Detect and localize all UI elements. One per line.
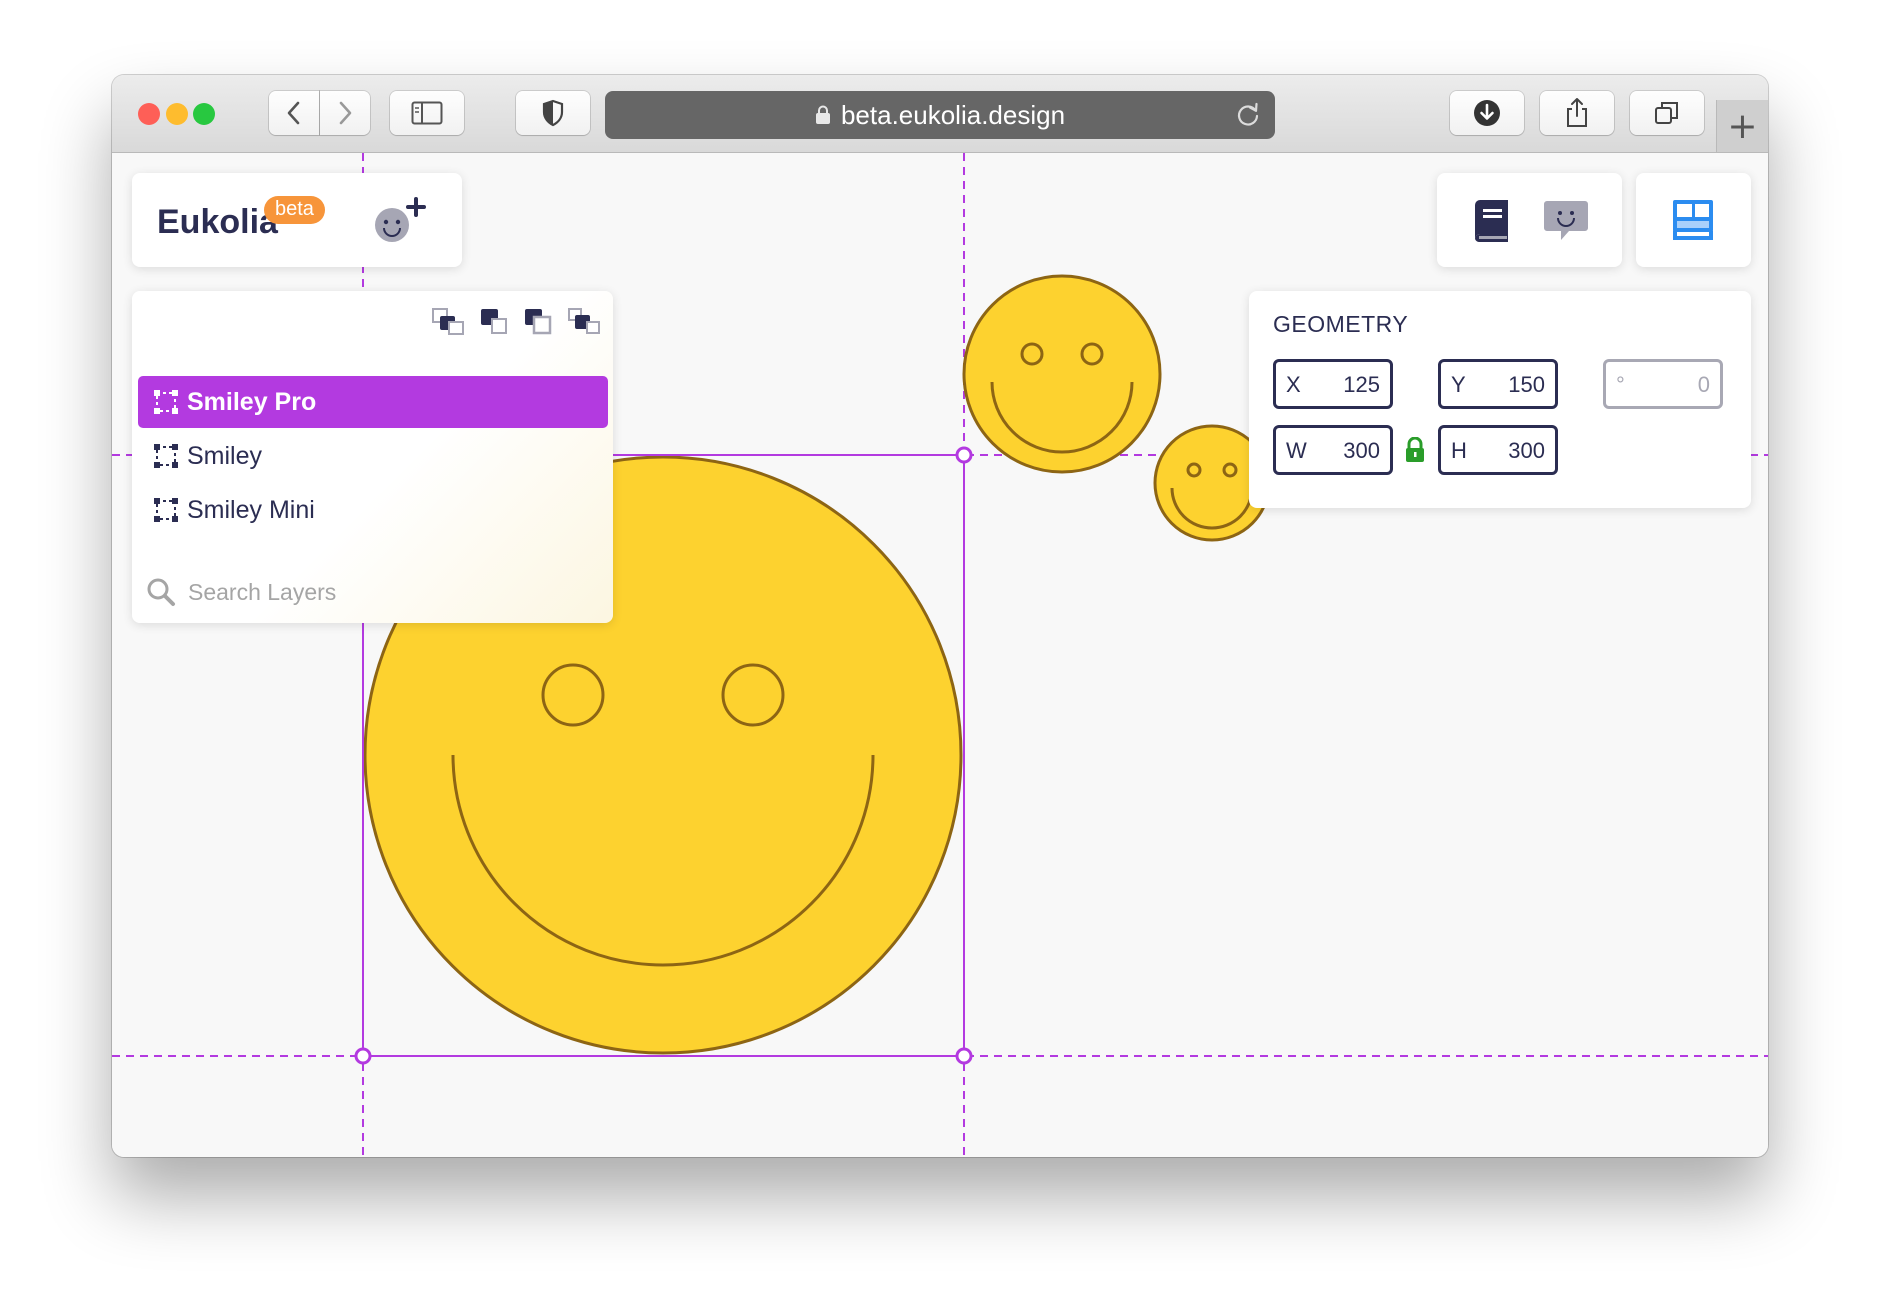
bring-forward-icon[interactable] <box>523 307 553 335</box>
browser-window: beta.eukolia.design + Eukolia beta Smile… <box>112 75 1768 1157</box>
layers-panel: Smiley Pro Smiley Smiley Mini Search Lay… <box>132 291 613 623</box>
tab-overview-button[interactable] <box>1630 91 1704 135</box>
docs-feedback-panel <box>1437 173 1622 267</box>
reload-icon[interactable] <box>1235 101 1261 129</box>
group-frame-icon <box>154 498 178 522</box>
group-frame-icon <box>154 390 178 414</box>
lock-aspect-icon[interactable] <box>1404 437 1426 463</box>
layout-panel <box>1636 173 1751 267</box>
address-bar[interactable]: beta.eukolia.design <box>605 91 1275 139</box>
x-field[interactable]: X 125 <box>1273 359 1393 409</box>
x-value: 125 <box>1343 372 1380 397</box>
privacy-report-button[interactable] <box>516 91 590 135</box>
geometry-title: GEOMETRY <box>1273 311 1409 337</box>
chevron-left-icon <box>287 101 300 125</box>
resize-handle-bottom-left <box>354 1047 372 1065</box>
book-icon[interactable] <box>1471 199 1511 243</box>
send-to-back-icon[interactable] <box>479 307 509 335</box>
close-window-button[interactable] <box>138 103 160 125</box>
back-button[interactable] <box>269 91 319 135</box>
rotation-value: 0 <box>1697 372 1710 397</box>
share-icon <box>1567 98 1587 127</box>
design-canvas[interactable]: Eukolia beta Smiley Pro Smiley Smiley Mi… <box>112 153 1768 1157</box>
app-logo: Eukolia <box>157 203 278 241</box>
group-frame-icon <box>154 444 178 468</box>
layer-label: Smiley Mini <box>187 495 315 524</box>
downloads-button[interactable] <box>1450 91 1524 135</box>
search-input[interactable]: Search Layers <box>188 579 336 606</box>
layer-item-smiley-pro[interactable]: Smiley Pro <box>138 376 608 428</box>
share-button[interactable] <box>1540 91 1614 135</box>
new-tab-button[interactable]: + <box>1716 100 1768 152</box>
sidebar-toggle-button[interactable] <box>390 91 464 135</box>
layer-search[interactable]: Search Layers <box>146 577 336 607</box>
resize-handle-top-right <box>955 446 973 464</box>
forward-button[interactable] <box>320 91 370 135</box>
width-value: 300 <box>1343 438 1380 463</box>
chat-smiley-icon[interactable] <box>1543 199 1589 243</box>
chevron-right-icon <box>339 101 352 125</box>
lock-icon <box>815 105 830 124</box>
minimize-window-button[interactable] <box>166 103 188 125</box>
send-backward-icon[interactable] <box>431 307 465 335</box>
browser-toolbar: beta.eukolia.design + <box>112 75 1768 153</box>
brand-panel: Eukolia beta <box>132 173 462 267</box>
smiley-plus-icon[interactable] <box>372 197 428 245</box>
layout-icon[interactable] <box>1671 198 1715 242</box>
y-field[interactable]: Y 150 <box>1438 359 1558 409</box>
layer-item-smiley-mini[interactable]: Smiley Mini <box>138 484 608 536</box>
y-value: 150 <box>1508 372 1545 397</box>
layer-order-toolbar <box>431 307 601 335</box>
download-icon <box>1474 100 1500 126</box>
search-icon <box>147 578 175 606</box>
resize-handle-bottom-right <box>955 1047 973 1065</box>
shield-icon <box>542 99 564 127</box>
geometry-panel: GEOMETRY X 125 Y 150 ° 0 W 300 H 300 <box>1249 291 1751 508</box>
bring-to-front-icon[interactable] <box>567 307 601 335</box>
plus-icon: + <box>1727 105 1758 147</box>
height-field[interactable]: H 300 <box>1438 425 1558 475</box>
height-value: 300 <box>1508 438 1545 463</box>
layer-label: Smiley <box>187 441 263 470</box>
tabs-icon <box>1655 102 1678 124</box>
rotation-field[interactable]: ° 0 <box>1603 359 1723 409</box>
zoom-window-button[interactable] <box>193 103 215 125</box>
layer-item-smiley[interactable]: Smiley <box>138 430 608 482</box>
smiley-shape[interactable] <box>962 274 1162 474</box>
width-field[interactable]: W 300 <box>1273 425 1393 475</box>
sidebar-icon <box>411 101 443 125</box>
layer-label: Smiley Pro <box>187 387 317 416</box>
beta-badge: beta <box>264 196 325 224</box>
url-text: beta.eukolia.design <box>840 99 1066 130</box>
